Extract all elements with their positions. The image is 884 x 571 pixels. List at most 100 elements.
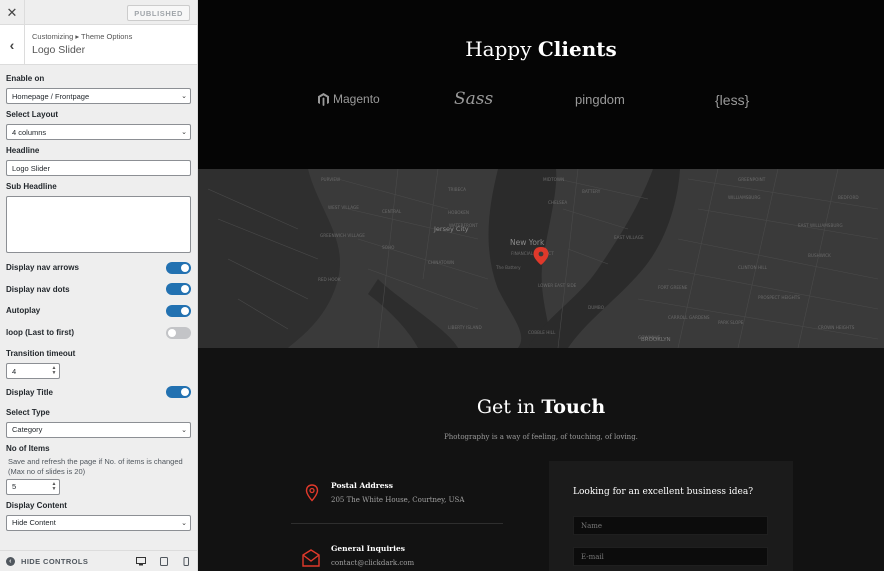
envelope-icon xyxy=(302,549,320,567)
map-label: CARROLL GARDENS xyxy=(668,315,710,320)
back-button[interactable]: ‹ xyxy=(0,25,25,65)
map-label: FORT GREENE xyxy=(658,285,688,290)
transition-timeout-value: 4 xyxy=(12,366,17,376)
map-label: RED HOOK xyxy=(318,277,341,282)
sub-headline-textarea[interactable] xyxy=(6,196,191,253)
map-label: EAST WILLIAMSBURG xyxy=(798,223,843,228)
chevron-down-icon: ⌄ xyxy=(181,129,187,136)
publish-button[interactable]: PUBLISHED xyxy=(127,5,190,21)
map-label: CENTRAL xyxy=(382,209,402,214)
map-label: CROWN HEIGHTS xyxy=(818,325,855,330)
map-label: HOBOKEN xyxy=(448,210,469,215)
breadcrumb: Customizing ▸ Theme Options xyxy=(32,32,133,41)
name-input[interactable]: Name xyxy=(573,516,768,535)
sub-headline-label: Sub Headline xyxy=(6,182,57,191)
map-label: PURVIEW xyxy=(321,177,340,182)
email-input[interactable]: E-mail xyxy=(573,547,768,566)
map-label: BATTERY xyxy=(582,189,601,194)
general-inquiries-title: General Inquiries xyxy=(331,544,405,553)
no-of-items-input[interactable]: 5 ▲ ▼ xyxy=(6,478,60,495)
select-layout-label: Select Layout xyxy=(6,110,59,119)
toggle-knob xyxy=(181,388,189,397)
display-content-label: Display Content xyxy=(6,500,67,510)
map-label-jersey-city: Jersey City xyxy=(433,225,469,233)
map-label: TRIBECA xyxy=(447,187,466,192)
get-in-touch-section: Get in Touch Photography is a way of fee… xyxy=(198,348,884,571)
happy-clients-section: Happy Clients Magento Sass pingdom {less… xyxy=(198,0,884,169)
section-title: Logo Slider xyxy=(32,44,86,56)
headline-label: Headline xyxy=(6,146,40,155)
clients-heading-regular: Happy xyxy=(465,37,538,61)
toggle-knob xyxy=(181,263,189,272)
location-pin-icon xyxy=(305,484,319,502)
section-header: ‹ Customizing ▸ Theme Options Logo Slide… xyxy=(0,25,197,65)
enable-on-select[interactable]: Homepage / Frontpage ⌄ xyxy=(6,88,191,104)
select-type-select[interactable]: Category ⌄ xyxy=(6,421,191,438)
customizer-sidebar: ✕ PUBLISHED ‹ Customizing ▸ Theme Option… xyxy=(0,0,198,571)
sass-logo[interactable]: Sass xyxy=(454,89,493,109)
collapse-icon: ‹ xyxy=(6,556,15,566)
toggle-row-display-title: Display Title xyxy=(6,381,191,403)
display-title-label: Display Title xyxy=(6,387,53,397)
select-layout-select[interactable]: 4 columns ⌄ xyxy=(6,124,191,140)
map-label: BUSHWICK xyxy=(808,253,831,258)
toggle-label: Autoplay xyxy=(6,306,41,316)
chevron-down-icon: ⌄ xyxy=(181,93,187,100)
toggle-label: loop (Last to first) xyxy=(6,328,74,338)
site-preview: Happy Clients Magento Sass pingdom {less… xyxy=(198,0,884,571)
toggle-row-loop: loop (Last to first) xyxy=(6,322,191,344)
no-of-items-label: No of Items xyxy=(6,443,50,453)
hide-controls-button[interactable]: ‹ HIDE CONTROLS xyxy=(0,556,88,566)
map-label: SOHO xyxy=(382,245,395,250)
toggle-label: Display nav arrows xyxy=(6,263,79,273)
map-label: LOWER EAST SIDE xyxy=(538,283,577,288)
touch-subtitle: Photography is a way of feeling, of touc… xyxy=(444,433,638,441)
headline-value: Logo Slider xyxy=(12,163,50,173)
sass-wordmark: Sass xyxy=(454,89,494,109)
map-label: GREENWICH VILLAGE xyxy=(320,233,365,238)
magento-logo[interactable]: Magento xyxy=(318,92,380,106)
select-type-value: Category xyxy=(12,425,43,435)
map-label: The Battery xyxy=(495,265,521,270)
loop-toggle[interactable] xyxy=(166,326,191,339)
pingdom-wordmark: pingdom xyxy=(575,92,625,107)
tablet-preview-icon[interactable] xyxy=(159,557,169,566)
name-placeholder: Name xyxy=(581,521,603,530)
map-label: WILLIAMSBURG xyxy=(728,195,761,200)
stepper-arrows-icon[interactable]: ▲ ▼ xyxy=(49,481,59,492)
stepper-arrows-icon[interactable]: ▲ ▼ xyxy=(49,366,59,376)
general-inquiries-email[interactable]: contact@clickdark.com xyxy=(331,559,414,567)
map-label: COBBLE HILL xyxy=(528,330,556,335)
transition-timeout-label: Transition timeout xyxy=(6,349,76,359)
map-label: BEDFORD xyxy=(838,195,859,200)
close-customizer-button[interactable]: ✕ xyxy=(0,0,25,25)
map-label: GREENPOINT xyxy=(738,177,766,182)
autoplay-toggle[interactable] xyxy=(166,304,191,317)
mobile-preview-icon[interactable] xyxy=(181,557,191,566)
no-of-items-help: Save and refresh the page if No. of item… xyxy=(8,456,183,476)
display-content-value: Hide Content xyxy=(12,518,56,528)
toggle-row-nav-dots: Display nav dots xyxy=(6,279,191,301)
nav-dots-toggle[interactable] xyxy=(166,283,191,296)
less-logo[interactable]: {less} xyxy=(715,92,749,108)
toggle-row-nav-arrows: Display nav arrows xyxy=(6,257,191,279)
transition-timeout-input[interactable]: 4 ▲ ▼ xyxy=(6,363,60,380)
no-of-items-value: 5 xyxy=(12,482,17,492)
map-canvas: PURVIEW WATERFRONT CENTRAL HOBOKEN MIDTO… xyxy=(198,169,884,348)
map-label: PARK SLOPE xyxy=(718,320,744,325)
select-type-label: Select Type xyxy=(6,407,50,417)
email-placeholder: E-mail xyxy=(581,552,604,561)
controls-panel: Enable on Homepage / Frontpage ⌄ Select … xyxy=(0,74,197,531)
close-icon: ✕ xyxy=(6,4,18,20)
location-map[interactable]: PURVIEW WATERFRONT CENTRAL HOBOKEN MIDTO… xyxy=(198,169,884,348)
headline-input[interactable]: Logo Slider xyxy=(6,160,191,176)
nav-arrows-toggle[interactable] xyxy=(166,261,191,274)
select-layout-value: 4 columns xyxy=(12,127,47,137)
display-title-toggle[interactable] xyxy=(166,386,191,399)
touch-heading-bold: Touch xyxy=(541,396,606,418)
desktop-preview-icon[interactable] xyxy=(136,557,146,566)
clients-heading: Happy Clients xyxy=(198,37,884,61)
pingdom-logo[interactable]: pingdom xyxy=(575,92,625,107)
display-content-select[interactable]: Hide Content ⌄ xyxy=(6,514,191,531)
touch-heading: Get in Touch xyxy=(198,396,884,418)
